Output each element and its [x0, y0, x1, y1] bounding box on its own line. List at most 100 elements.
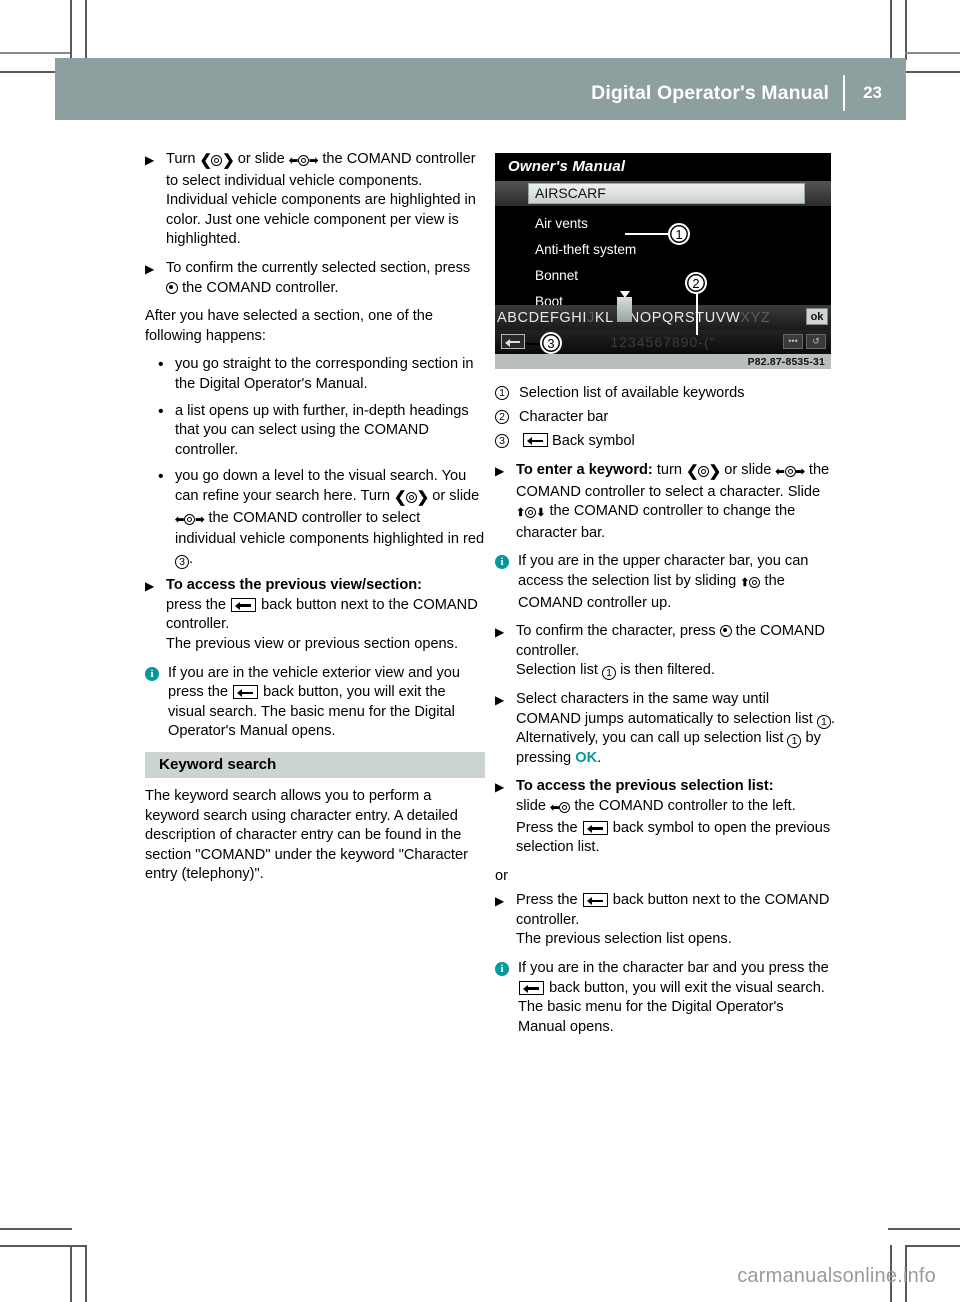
slide-horizontal-icon: ⬅ ➡ [175, 513, 205, 526]
charbar-letters-xyz: XYZ [740, 309, 771, 326]
header-inner: Digital Operator's Manual 23 [591, 70, 906, 116]
screenshot-image-code: P82.87-8535-31 [747, 357, 825, 368]
info-note: i If you are in the character bar and yo… [495, 959, 835, 1037]
bullet-icon: • [158, 402, 164, 420]
crop-mark-tl-h [0, 52, 70, 54]
step-select-characters: ▶ Select characters in the same way unti… [495, 690, 835, 766]
slide-up-icon: ⬆ [740, 574, 761, 594]
left-column: ▶ Turn ❮ ❯ or slide ⬅ ➡ the COMAND control… [145, 150, 485, 885]
callout-2: 2 [685, 272, 707, 294]
step-marker-icon: ▶ [145, 579, 155, 594]
callout-leader-1 [625, 233, 671, 235]
step-enter-keyword: ▶ To enter a keyword: turn ❮ ❯ or slide ⬅… [495, 462, 830, 541]
step-press-back-button: ▶ Press the back button next to the COMA… [495, 892, 830, 948]
step-marker-icon: ▶ [495, 625, 505, 640]
charbar-cursor [617, 291, 632, 322]
legend-label: Selection list of available keywords [519, 385, 745, 401]
back-button-icon [582, 893, 608, 908]
callout-ref-2: 2 [495, 410, 509, 424]
turn-controller-icon: ❮ ❯ [199, 152, 235, 169]
info-icon: i [495, 555, 509, 570]
back-button-icon [519, 980, 544, 995]
callout-ref-1: 1 [602, 666, 616, 681]
back-button-icon [233, 685, 259, 700]
crop-mark-tr-v2 [905, 0, 907, 60]
callout-ref-3: 3 [495, 434, 509, 448]
or-label: or [495, 867, 508, 884]
callout-3: 3 [540, 332, 562, 354]
bullet-icon: • [158, 356, 164, 374]
crop-mark-br-h2 [905, 1245, 960, 1247]
slide-vertical-icon: ⬆ ⬇ [516, 507, 546, 520]
numbar-delete-icon: ↺ [806, 334, 826, 349]
watermark: carmanualsonline.info [737, 1265, 936, 1287]
crop-mark-tr-v [890, 0, 892, 60]
charbar-letters-a-i: ABCDEFGHI [497, 309, 587, 326]
info-note: i If you are in the vehicle exterior vie… [145, 664, 485, 742]
list-item: • you go straight to the corresponding s… [158, 356, 474, 392]
crop-mark-bl-v2 [85, 1245, 87, 1302]
page-number: 23 [863, 83, 882, 102]
list-item: • you go down a level to the visual sear… [158, 468, 485, 569]
legend-row-1: 1 Selection list of available keywords [495, 382, 835, 404]
slide-horizontal-icon: ⬅ ➡ [775, 466, 805, 478]
page-title: Digital Operator's Manual [591, 81, 830, 104]
callout-ref-1: 1 [495, 386, 509, 400]
ok-button-reference: OK [575, 749, 598, 766]
right-column: 1 Selection list of available keywords 2… [495, 382, 835, 1046]
step-turn-or-slide: ▶ Turn ❮ ❯ or slide ⬅ ➡ the COMAND control… [145, 151, 476, 248]
step-confirm-character: ▶ To confirm the character, press the CO… [495, 623, 825, 681]
step-previous-view: ▶ To access the previous view/section: p… [145, 577, 478, 653]
header-divider [843, 75, 846, 111]
step-marker-icon: ▶ [145, 261, 155, 276]
screenshot-title: Owner's Manual [495, 153, 831, 181]
charbar-ok-button: ok [806, 308, 828, 325]
step-marker-icon: ▶ [495, 780, 505, 795]
list-item: • a list opens up with further, in-depth… [158, 402, 469, 458]
back-symbol-icon [582, 820, 608, 835]
back-symbol-icon [501, 334, 525, 349]
charbar-letters-kl: KL [594, 309, 614, 326]
crop-mark-tr-h [905, 52, 960, 54]
step-marker-icon: ▶ [495, 692, 505, 707]
press-controller-icon [166, 281, 178, 294]
legend-label: Character bar [519, 409, 609, 425]
crop-mark-bl-v [70, 1245, 72, 1302]
callout-ref-1: 1 [787, 734, 802, 749]
slide-left-icon: ⬅ [550, 799, 571, 819]
turn-controller-icon: ❮ ❯ [686, 463, 721, 480]
page-header: Digital Operator's Manual 23 [55, 58, 906, 120]
section-body-keyword-search: The keyword search allows you to perform… [145, 788, 468, 883]
crop-mark-br-h [888, 1228, 960, 1230]
crop-mark-tl-v [70, 0, 72, 60]
callout-1: 1 [668, 223, 690, 245]
callout-ref-3: 3 [175, 554, 189, 569]
screenshot-character-bar: ABCDEFGHI J KL NOPQ RSTUVW XYZ ok [495, 291, 831, 330]
list-item: Anti-theft system [535, 242, 637, 257]
section-heading-keyword-search: Keyword search [145, 752, 485, 779]
after-selection-paragraph: After you have selected a section, one o… [145, 308, 434, 344]
back-button-icon [231, 597, 257, 612]
info-note: i If you are in the upper character bar,… [495, 552, 835, 613]
step-marker-icon: ▶ [145, 153, 155, 167]
comand-screenshot: Owner's Manual AIRSCARF Air vents Anti-t… [495, 153, 831, 369]
info-icon: i [145, 666, 159, 681]
numbar-digits: 1234567890-(" [610, 334, 716, 350]
crop-mark-tl-v2 [85, 0, 87, 60]
bullet-icon: • [158, 468, 164, 486]
info-icon: i [495, 962, 509, 977]
numbar-more-icon: ••• [783, 334, 803, 349]
slide-horizontal-icon: ⬅ ➡ [288, 155, 319, 167]
charbar-letter-j: J [587, 309, 595, 326]
crop-mark-bl-h [0, 1228, 72, 1230]
step-marker-icon: ▶ [495, 894, 505, 909]
screenshot-selected-label: AIRSCARF [535, 185, 606, 201]
list-item: Bonnet [535, 268, 579, 283]
back-symbol-icon [523, 433, 548, 447]
callout-ref-1: 1 [816, 714, 831, 729]
step-confirm-section: ▶ To confirm the currently selected sect… [145, 259, 471, 296]
legend-label: Back symbol [552, 433, 635, 449]
crop-mark-bl-h2 [0, 1245, 87, 1247]
step-previous-selection-list: ▶ To access the previous selection list:… [495, 778, 831, 856]
charbar-letters-rstuvw: RSTUVW [673, 309, 741, 326]
